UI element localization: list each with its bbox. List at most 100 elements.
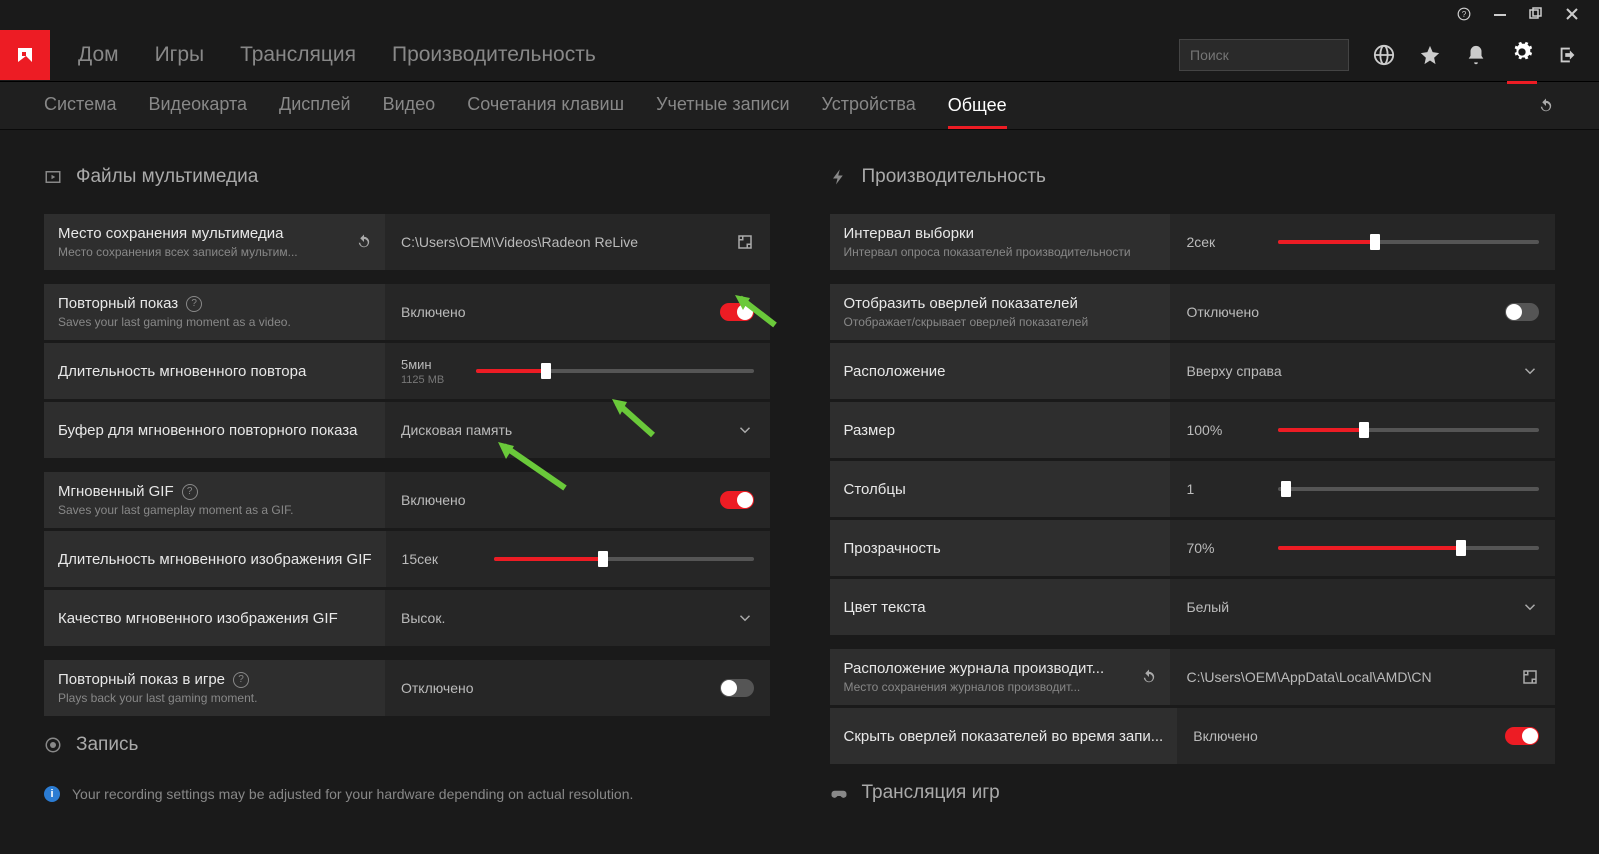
lbl-title: Размер	[844, 422, 1157, 439]
web-icon[interactable]	[1373, 44, 1395, 66]
row-control[interactable]: C:\Users\OEM\Videos\Radeon ReLive	[385, 214, 770, 270]
row-control: Отключено	[1170, 284, 1555, 340]
lbl-title: Расположение журнала производит...	[844, 660, 1127, 677]
subnav-system[interactable]: Система	[44, 94, 117, 117]
value-text: 2сек	[1186, 234, 1266, 250]
row-control: 1	[1170, 461, 1555, 517]
row-label: Буфер для мгновенного повторного показа	[44, 402, 385, 458]
nav-streaming[interactable]: Трансляция	[240, 43, 356, 67]
row-control: 2сек	[1170, 214, 1555, 270]
exit-icon[interactable]	[1557, 44, 1579, 66]
lbl-title: Прозрачность	[844, 540, 1157, 557]
row-control[interactable]: Высок.	[385, 590, 770, 646]
header-right	[1179, 39, 1579, 71]
subnav-devices[interactable]: Устройства	[822, 94, 916, 117]
maximize-icon[interactable]	[1529, 7, 1543, 21]
gear-icon[interactable]	[1511, 41, 1533, 63]
lbl-title: Интервал выборки	[844, 225, 1157, 242]
section-gamestream-header: Трансляция игр	[830, 782, 1556, 804]
row-control: Включено	[385, 472, 770, 528]
amd-logo[interactable]	[0, 30, 50, 80]
row-columns: Столбцы 1	[830, 461, 1556, 517]
nav-games[interactable]: Игры	[155, 43, 205, 67]
toggle-overlay[interactable]	[1505, 303, 1539, 321]
value-text: 15сек	[402, 551, 482, 567]
toggle-replay[interactable]	[720, 303, 754, 321]
row-control[interactable]: Дисковая память	[385, 402, 770, 458]
lbl-sub: Место сохранения журналов производит...	[844, 680, 1127, 694]
row-control: Включено	[1177, 708, 1555, 764]
lbl-title: Повторный показ?	[58, 295, 371, 312]
subnav: Система Видеокарта Дисплей Видео Сочетан…	[0, 82, 1599, 130]
reset-all-icon[interactable]	[1537, 97, 1555, 115]
search-input[interactable]	[1190, 47, 1371, 63]
row-size: Размер 100%	[830, 402, 1556, 458]
star-icon[interactable]	[1419, 44, 1441, 66]
search-box[interactable]	[1179, 39, 1349, 71]
minimize-icon[interactable]	[1493, 7, 1507, 21]
help-icon[interactable]: ?	[1457, 7, 1471, 21]
subnav-hotkeys[interactable]: Сочетания клавиш	[467, 94, 624, 117]
play-icon	[44, 168, 62, 186]
reset-icon[interactable]	[355, 233, 373, 251]
bell-icon[interactable]	[1465, 44, 1487, 66]
slider-transparency[interactable]	[1278, 546, 1539, 550]
close-icon[interactable]	[1565, 7, 1579, 21]
row-control: Включено	[385, 284, 770, 340]
slider-columns[interactable]	[1278, 487, 1539, 491]
value-text: Включено	[401, 492, 708, 508]
help-icon[interactable]: ?	[233, 672, 249, 688]
toggle-ingame-replay[interactable]	[720, 679, 754, 697]
toggle-hide-overlay[interactable]	[1505, 727, 1539, 745]
main-nav: Дом Игры Трансляция Производительность	[78, 43, 596, 67]
row-label: Интервал выборки Интервал опроса показат…	[830, 214, 1171, 270]
value-text: Отключено	[1186, 304, 1493, 320]
value-text: 5мин	[401, 357, 444, 372]
nav-performance[interactable]: Производительность	[392, 43, 596, 67]
row-ingame-replay: Повторный показ в игре? Plays back your …	[44, 660, 770, 716]
lbl-sub: Saves your last gameplay moment as a GIF…	[58, 503, 371, 517]
help-icon[interactable]: ?	[186, 296, 202, 312]
subnav-display[interactable]: Дисплей	[279, 94, 351, 117]
subnav-gpu[interactable]: Видеокарта	[149, 94, 248, 117]
chevron-down-icon[interactable]	[1521, 598, 1539, 616]
chevron-down-icon[interactable]	[1521, 362, 1539, 380]
open-folder-icon[interactable]	[736, 233, 754, 251]
open-folder-icon[interactable]	[1521, 668, 1539, 686]
row-media-save-location: Место сохранения мультимедиа Место сохра…	[44, 214, 770, 270]
section-media-header: Файлы мультимедиа	[44, 166, 770, 188]
slider-size[interactable]	[1278, 428, 1539, 432]
row-replay: Повторный показ? Saves your last gaming …	[44, 284, 770, 340]
subnav-video[interactable]: Видео	[383, 94, 436, 117]
help-icon[interactable]: ?	[182, 484, 198, 500]
row-control: 5мин 1125 MB	[385, 343, 770, 399]
lbl-title: Качество мгновенного изображения GIF	[58, 610, 371, 627]
toggle-gif[interactable]	[720, 491, 754, 509]
slider-replay-duration[interactable]	[476, 369, 753, 373]
row-control[interactable]: Вверху справа	[1170, 343, 1555, 399]
row-control[interactable]: Белый	[1170, 579, 1555, 635]
record-icon	[44, 736, 62, 754]
row-control[interactable]: C:\Users\OEM\AppData\Local\AMD\CN	[1170, 649, 1555, 705]
value-text: Белый	[1186, 599, 1509, 615]
slider-interval[interactable]	[1278, 240, 1539, 244]
subnav-general[interactable]: Общее	[948, 95, 1007, 129]
nav-home[interactable]: Дом	[78, 43, 119, 67]
path-text: C:\Users\OEM\AppData\Local\AMD\CN	[1186, 669, 1509, 685]
warning: i Your recording settings may be adjuste…	[44, 786, 770, 802]
subnav-accounts[interactable]: Учетные записи	[656, 94, 789, 117]
row-label: Расположение	[830, 343, 1171, 399]
lbl-title: Цвет текста	[844, 599, 1157, 616]
reset-icon[interactable]	[1140, 668, 1158, 686]
bolt-icon	[830, 168, 848, 186]
content: Файлы мультимедиа Место сохранения мульт…	[0, 130, 1599, 830]
chevron-down-icon[interactable]	[736, 421, 754, 439]
slider-gif-duration[interactable]	[494, 557, 754, 561]
value-text: Дисковая память	[401, 422, 724, 438]
lbl-title: Повторный показ в игре?	[58, 671, 371, 688]
chevron-down-icon[interactable]	[736, 609, 754, 627]
lbl-sub: Saves your last gaming moment as a video…	[58, 315, 371, 329]
value-text: Включено	[1193, 728, 1493, 744]
row-label: Повторный показ? Saves your last gaming …	[44, 284, 385, 340]
settings-icon-wrapper[interactable]	[1511, 41, 1533, 68]
